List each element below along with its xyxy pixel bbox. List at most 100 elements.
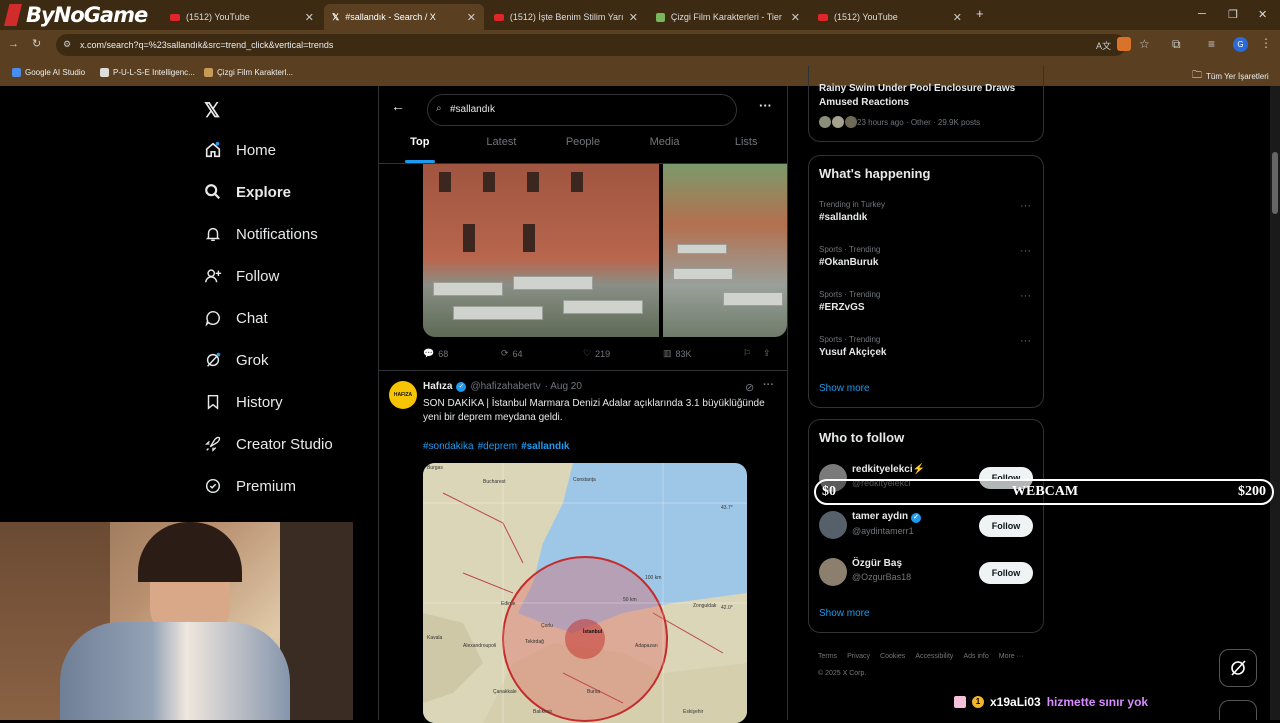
grave-stone xyxy=(453,306,543,320)
close-icon[interactable]: ✕ xyxy=(305,11,314,24)
author-name[interactable]: Hafıza xyxy=(423,381,452,392)
reply-action[interactable]: 💬 68 xyxy=(423,348,448,359)
footer-link[interactable]: Terms xyxy=(818,648,837,665)
back-arrow-icon[interactable]: ← xyxy=(391,98,405,114)
tweet-hafiza[interactable]: HAFIZA Hafıza ✓ @hafizahabertv · Aug 20 … xyxy=(379,370,787,723)
like-action[interactable]: ♡ 219 xyxy=(583,348,610,359)
story-headline[interactable]: Rainy Swim Under Pool Enclosure Draws Am… xyxy=(819,82,1033,110)
nav-explore[interactable]: Explore xyxy=(204,178,291,206)
page-scrollbar[interactable] xyxy=(1270,86,1280,720)
follow-button[interactable]: Follow xyxy=(979,515,1033,537)
previous-trend-card[interactable]: Rainy Swim Under Pool Enclosure Draws Am… xyxy=(808,66,1044,142)
browser-tab-youtube-1[interactable]: (1512) YouTube ✕ xyxy=(162,4,322,30)
retweet-action[interactable]: ⟳ 64 xyxy=(501,348,523,359)
earthquake-map-image[interactable]: Burgas Edirne Çorlu İstanbul Tekirdağ Bu… xyxy=(423,463,747,723)
chat-username: x19aLi03 xyxy=(990,695,1041,709)
author-handle[interactable]: @hafizahabertv xyxy=(470,381,540,392)
more-options-icon[interactable]: ··· xyxy=(763,379,774,391)
footer-link[interactable]: Privacy xyxy=(847,648,870,665)
nav-grok[interactable]: Grok xyxy=(204,346,269,374)
trend-item[interactable]: Sports · Trending Yusuf Akçiçek xyxy=(819,335,886,358)
nav-home[interactable]: Home xyxy=(204,136,276,164)
scrollbar-thumb[interactable] xyxy=(1272,152,1278,214)
hashtag-link[interactable]: #sallandık xyxy=(521,441,569,452)
footer-link[interactable]: Cookies xyxy=(880,648,905,665)
profile-avatar[interactable]: G xyxy=(1233,37,1248,52)
messages-floating-button[interactable] xyxy=(1219,700,1257,720)
nav-notifications[interactable]: Notifications xyxy=(204,220,318,248)
all-bookmarks[interactable]: 🗀 Tüm Yer İşaretleri xyxy=(1192,68,1269,85)
avatar[interactable] xyxy=(819,558,847,586)
x-logo-icon[interactable]: 𝕏 xyxy=(204,98,220,123)
close-icon[interactable]: ✕ xyxy=(953,11,962,24)
more-options-icon[interactable]: ··· xyxy=(1020,335,1031,347)
close-icon[interactable]: ✕ xyxy=(791,11,800,24)
tab-people[interactable]: People xyxy=(542,136,624,148)
more-options-icon[interactable]: ··· xyxy=(759,98,772,113)
trend-item[interactable]: Sports · Trending #ERZvGS xyxy=(819,290,880,313)
site-info-icon[interactable]: ⚙ xyxy=(63,39,71,50)
bookmark-label: Tüm Yer İşaretleri xyxy=(1206,72,1269,81)
avatar[interactable] xyxy=(819,511,847,539)
trend-item[interactable]: Sports · Trending #OkanBuruk xyxy=(819,245,880,268)
close-icon[interactable]: ✕ xyxy=(467,11,476,24)
bookmark-pulse[interactable]: P-U-L-S-E Intelligenc... xyxy=(100,68,195,77)
follow-button[interactable]: Follow xyxy=(979,562,1033,584)
more-options-icon[interactable]: ··· xyxy=(1020,245,1031,257)
nav-creator-studio[interactable]: Creator Studio xyxy=(204,430,333,458)
tweet-date[interactable]: · Aug 20 xyxy=(545,381,582,392)
share-action[interactable]: ⇪ xyxy=(763,348,771,359)
new-tab-icon[interactable]: + xyxy=(976,6,984,21)
close-icon[interactable]: ✕ xyxy=(629,11,638,24)
reload-icon[interactable]: ↻ xyxy=(32,37,41,50)
minimize-icon[interactable]: ─ xyxy=(1198,8,1206,20)
nav-follow[interactable]: Follow xyxy=(204,262,279,290)
browser-tab-strip: ByNoGame (1512) YouTube ✕ 𝕏 #sallandık - S… xyxy=(0,0,1280,30)
views-action[interactable]: ▥ 83K xyxy=(663,348,692,359)
bookmark-ai-studio[interactable]: Google AI Studio xyxy=(12,68,85,77)
footer-link[interactable]: Accessibility xyxy=(915,648,953,665)
goal-label: WEBCAM xyxy=(1012,484,1079,499)
avatar[interactable]: HAFIZA xyxy=(389,381,417,409)
forward-icon[interactable]: → xyxy=(8,38,19,50)
bookmark-star-icon[interactable]: ☆ xyxy=(1139,37,1150,51)
translate-icon[interactable]: A文 xyxy=(1096,39,1111,52)
search-input[interactable]: ⌕ #sallandık xyxy=(427,94,737,126)
browser-tab-tierlist[interactable]: Çizgi Film Karakterleri - Tier List ✕ xyxy=(648,4,808,30)
url-field[interactable]: ⚙ x.com/search?q=%23sallandık&src=trend_… xyxy=(56,34,1126,56)
hashtag-link[interactable]: #sondakika xyxy=(423,441,474,452)
browser-tab-x-search[interactable]: 𝕏 #sallandık - Search / X ✕ xyxy=(324,4,484,30)
browser-tab-youtube-2[interactable]: (1512) İşte Benim Stilim Yarışma ✕ xyxy=(486,4,646,30)
nav-premium[interactable]: Premium xyxy=(204,472,296,500)
grok-icon[interactable]: ⊘ xyxy=(745,381,754,394)
tab-top[interactable]: Top xyxy=(379,136,461,148)
grok-floating-button[interactable] xyxy=(1219,649,1257,687)
browser-tab-youtube-3[interactable]: (1512) YouTube ✕ xyxy=(810,4,970,30)
window-close-icon[interactable]: ✕ xyxy=(1258,8,1267,21)
bookmark-action[interactable]: ⚐ xyxy=(743,348,751,359)
menu-kebab-icon[interactable]: ⋮ xyxy=(1260,36,1272,50)
media-icon[interactable]: ≡ xyxy=(1208,37,1215,51)
more-options-icon[interactable]: ··· xyxy=(1020,290,1031,302)
suggestion-user[interactable]: tamer aydın ✓ @aydintamerr1 xyxy=(852,511,921,536)
show-more-link[interactable]: Show more xyxy=(819,608,870,619)
nav-chat[interactable]: Chat xyxy=(204,304,268,332)
tab-lists[interactable]: Lists xyxy=(705,136,787,148)
hashtag-link[interactable]: #deprem xyxy=(478,441,517,452)
footer-link[interactable]: More ··· xyxy=(999,648,1024,665)
nav-history[interactable]: History xyxy=(204,388,283,416)
tweet-photo-cemetery[interactable] xyxy=(423,164,659,337)
suggestion-user[interactable]: Özgür Baş @OzgurBas18 xyxy=(852,558,911,582)
bookmark-cizgi[interactable]: Çizgi Film Karakterl... xyxy=(204,68,293,77)
extensions-puzzle-icon[interactable]: ⧉ xyxy=(1172,37,1181,52)
footer-link[interactable]: Ads info xyxy=(963,648,988,665)
reply-count: 68 xyxy=(438,348,449,359)
tab-latest[interactable]: Latest xyxy=(461,136,543,148)
trend-item[interactable]: Trending in Turkey #sallandık xyxy=(819,200,885,223)
more-options-icon[interactable]: ··· xyxy=(1020,200,1031,212)
maximize-icon[interactable]: ❐ xyxy=(1228,8,1238,21)
show-more-link[interactable]: Show more xyxy=(819,383,870,394)
tweet-photo-graves[interactable] xyxy=(663,164,787,337)
tab-media[interactable]: Media xyxy=(624,136,706,148)
extension-icon[interactable] xyxy=(1117,37,1131,51)
